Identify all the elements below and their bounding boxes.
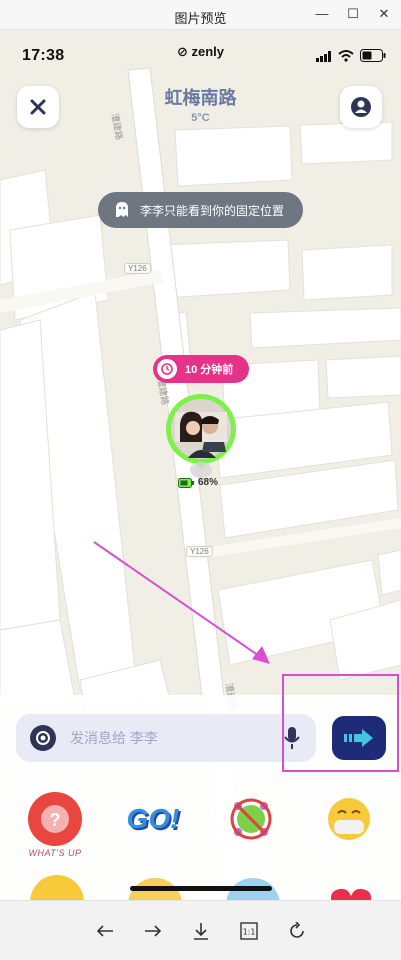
ghost-icon (116, 202, 128, 217)
privacy-notice-text: 李李只能看到你的固定位置 (140, 203, 285, 218)
location-dot (190, 462, 212, 478)
go-sticker[interactable]: GO! (126, 792, 180, 846)
clock-icon (157, 359, 177, 379)
battery-icon (178, 477, 194, 488)
friend-avatar[interactable] (166, 394, 236, 470)
whats-up-label: WHAT'S UP (28, 848, 82, 858)
close-window-icon[interactable]: ✕ (372, 4, 396, 24)
signal-icon (316, 51, 331, 62)
highlight-annotation (282, 674, 399, 772)
camera-icon[interactable] (30, 725, 56, 751)
minimize-icon[interactable]: — (310, 4, 334, 24)
svg-text:1:1: 1:1 (243, 928, 256, 937)
viewer-toolbar: 1:1 (0, 900, 401, 960)
message-input[interactable]: 发消息给 李李 (16, 714, 316, 762)
back-icon (96, 925, 113, 937)
virus-icon (230, 798, 272, 840)
whats-up-icon: ? (41, 805, 69, 833)
profile-button[interactable] (340, 86, 382, 128)
phone-screen: Y126 Y126 漕建路 漕建路 漕建路 17:38 ⊘ zenly 虹梅南路 (0, 30, 401, 900)
forward-button[interactable] (139, 917, 167, 945)
forward-icon (145, 925, 162, 937)
virus-sticker[interactable] (224, 792, 278, 846)
friend-battery: 68% (178, 477, 218, 488)
rotate-button[interactable] (283, 917, 311, 945)
privacy-notice[interactable]: 李李只能看到你的固定位置 (98, 192, 303, 228)
download-icon (194, 923, 208, 940)
actual-size-button[interactable]: 1:1 (235, 917, 263, 945)
heart-icon (331, 888, 371, 900)
profile-icon (351, 97, 371, 117)
home-indicator[interactable] (130, 886, 272, 891)
go-text: GO! (126, 803, 180, 834)
last-seen-text: 10 分钟前 (185, 364, 234, 376)
svg-text:?: ? (50, 810, 61, 830)
wifi-icon (338, 50, 354, 62)
actual-size-icon: 1:1 (240, 922, 258, 940)
window-titlebar: 图片预览 — ☐ ✕ (0, 0, 401, 30)
maximize-icon[interactable]: ☐ (341, 4, 365, 24)
message-placeholder: 发消息给 李李 (70, 730, 158, 746)
battery-percent: 68% (198, 477, 219, 488)
status-bar: 17:38 ⊘ zenly (0, 30, 401, 80)
download-button[interactable] (187, 917, 215, 945)
battery-status-icon (360, 49, 386, 62)
brand-name: zenly (191, 44, 225, 59)
last-seen-badge: 10 分钟前 (153, 355, 249, 383)
rotate-icon (290, 922, 304, 938)
zenly-logo-icon: ⊘ (176, 44, 188, 59)
mask-emoji-sticker[interactable] (322, 792, 376, 846)
mask-face-icon (328, 798, 370, 840)
whats-up-sticker[interactable]: ? (28, 792, 82, 846)
back-button[interactable] (91, 917, 119, 945)
road-label: Y126 (186, 546, 213, 557)
road-label: Y126 (124, 263, 151, 274)
